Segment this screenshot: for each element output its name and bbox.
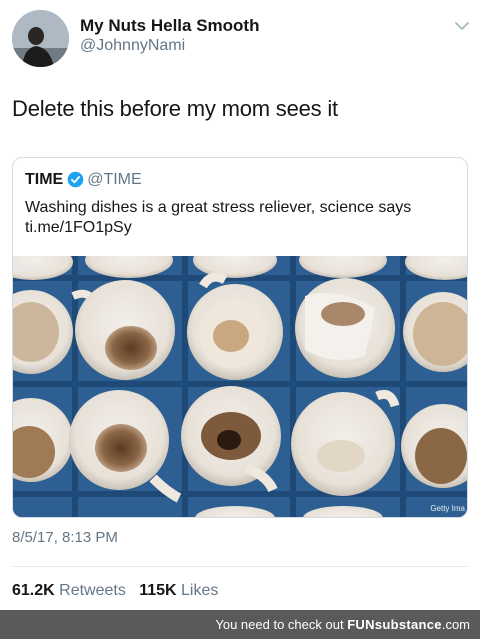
divider [12, 566, 468, 567]
tweet-stats: 61.2K Retweets 115K Likes [12, 582, 218, 600]
display-name[interactable]: My Nuts Hella Smooth [80, 16, 259, 36]
likes-stat[interactable]: 115K Likes [139, 582, 218, 599]
avatar-image [12, 10, 69, 67]
likes-count: 115K [139, 582, 177, 599]
user-handle[interactable]: @JohnnyNami [80, 37, 185, 55]
quoted-tweet-header: TIME @TIME [25, 171, 142, 191]
likes-label: Likes [181, 582, 219, 599]
site-logo: FUNsubstance [347, 617, 442, 632]
chevron-down-icon[interactable] [454, 20, 470, 32]
footer-caption: You need to check out [215, 617, 344, 632]
tweet-card: My Nuts Hella Smooth @JohnnyNami Delete … [0, 0, 480, 610]
retweets-count: 61.2K [12, 582, 55, 599]
retweets-stat[interactable]: 61.2K Retweets [12, 582, 126, 599]
quoted-display-name[interactable]: TIME [25, 171, 63, 188]
tweet-timestamp[interactable]: 8/5/17, 8:13 PM [12, 529, 118, 546]
verified-badge-icon [67, 171, 84, 187]
brand-tld: .com [441, 617, 470, 632]
photo-watermark-left: ME [13, 264, 28, 275]
quoted-tweet-text: Washing dishes is a great stress relieve… [25, 199, 412, 236]
brand-substance: substance [374, 617, 442, 632]
brand-fun: FUN [347, 617, 375, 632]
tweet-text: Delete this before my mom sees it [12, 96, 338, 121]
site-footer-text[interactable]: You need to check out FUNsubstance.com [215, 617, 470, 632]
quoted-user-handle[interactable]: @TIME [87, 171, 141, 188]
site-footer-bar: You need to check out FUNsubstance.com [0, 610, 480, 639]
retweets-label: Retweets [59, 582, 126, 599]
dirty-mugs-photo [13, 256, 467, 517]
photo-watermark-right: Getty Ima [430, 504, 465, 513]
quoted-tweet[interactable]: TIME @TIME Washing dishes is a great stre… [12, 157, 468, 518]
quoted-tweet-photo[interactable]: ME Getty Ima [13, 256, 467, 517]
avatar[interactable] [12, 10, 69, 67]
